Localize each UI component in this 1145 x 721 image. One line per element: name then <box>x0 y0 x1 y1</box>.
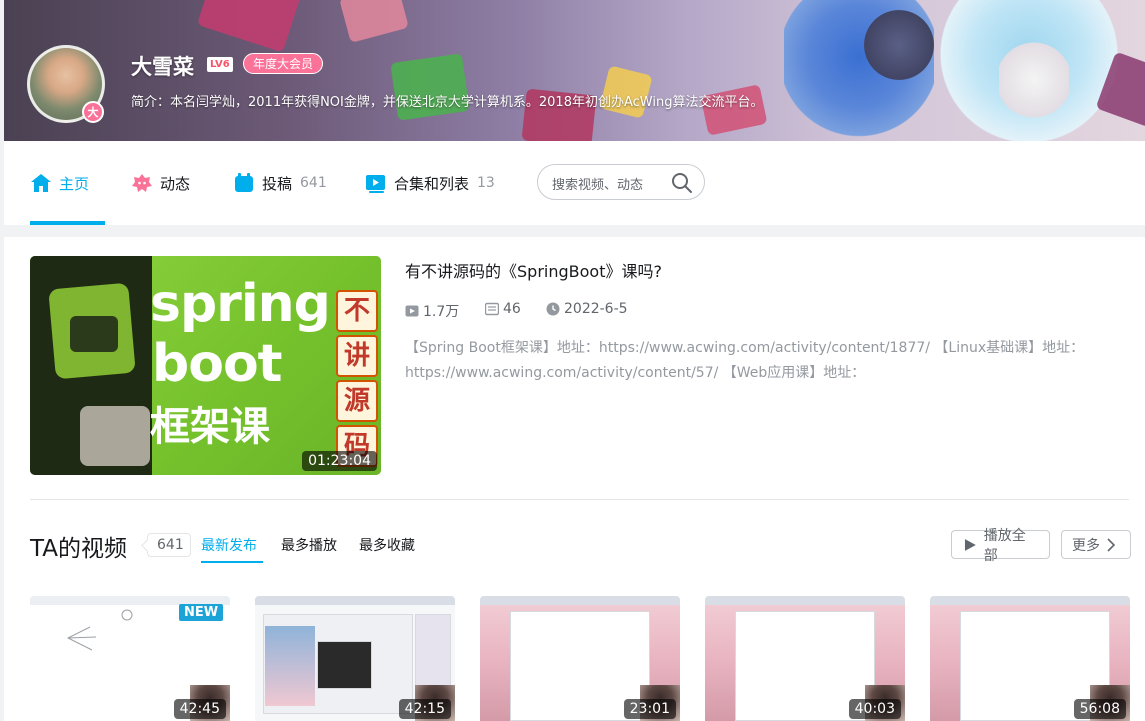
featured-plays-value: 1.7万 <box>423 304 460 320</box>
tab-latest[interactable]: 最新发布 <box>201 535 257 555</box>
home-icon <box>30 172 52 194</box>
video-card-thumbnail[interactable]: 56:08 <box>930 596 1130 721</box>
tab-collections-label: 合集和列表 <box>394 174 470 193</box>
new-badge: NEW <box>179 604 224 621</box>
videos-section-title: TA的视频 <box>30 536 127 562</box>
video-duration: 40:03 <box>848 699 901 719</box>
dynamic-icon <box>131 172 153 194</box>
username[interactable]: 大雪菜 <box>131 51 194 81</box>
profile-nav: 主页 动态 投稿 641 合集和列表 13 搜索视频、动态 <box>4 141 1145 225</box>
tab-collections-count: 13 <box>477 175 495 191</box>
search-input[interactable]: 搜索视频、动态 <box>537 164 705 200</box>
thumb-side-text: 不 讲 源 码 <box>336 290 378 467</box>
play-all-button[interactable]: 播放全部 <box>951 528 1050 564</box>
tab-uploads-label: 投稿 <box>262 174 293 193</box>
featured-video-thumbnail[interactable]: spring boot 框架课 不 讲 源 码 01:23:04 <box>30 256 381 475</box>
featured-date-value: 2022-6-5 <box>564 301 628 317</box>
profile-bio: 简介：本名闫学灿，2011年获得NOI金牌，并保送北京大学计算机系。2018年初… <box>131 95 764 110</box>
robot-illustration <box>30 256 152 475</box>
video-duration: 56:08 <box>1073 699 1126 719</box>
search-icon[interactable] <box>670 171 694 195</box>
tab-latest-underline <box>201 561 263 563</box>
level-badge: LV6 <box>207 57 233 72</box>
video-card-thumbnail[interactable]: 42:15 <box>255 596 455 721</box>
more-label: 更多 <box>1072 537 1100 554</box>
featured-date: 2022-6-5 <box>546 301 628 317</box>
video-duration: 23:01 <box>623 699 676 719</box>
more-button[interactable]: 更多 <box>1061 530 1131 559</box>
search-placeholder: 搜索视频、动态 <box>552 178 644 193</box>
tab-uploads-count: 641 <box>300 175 327 191</box>
tab-collections[interactable]: 合集和列表 13 <box>365 171 495 195</box>
tab-most-played[interactable]: 最多播放 <box>281 535 337 555</box>
play-count-icon <box>405 305 419 317</box>
tab-dynamic-label: 动态 <box>160 174 191 193</box>
tab-dynamic[interactable]: 动态 <box>131 171 190 195</box>
play-icon <box>964 538 976 551</box>
comment-icon <box>485 302 499 316</box>
collection-icon <box>365 172 387 194</box>
section-divider <box>30 499 1129 500</box>
play-all-label: 播放全部 <box>983 527 1026 564</box>
tab-uploads[interactable]: 投稿 641 <box>233 171 327 195</box>
thumb-text-spring: spring <box>150 274 331 334</box>
tab-home[interactable]: 主页 <box>30 171 89 195</box>
upload-icon <box>233 172 255 194</box>
featured-comments-value: 46 <box>503 301 521 317</box>
featured-description: 【Spring Boot框架课】地址：https://www.acwing.co… <box>405 340 1085 381</box>
thumb-side-char: 讲 <box>336 335 378 377</box>
video-card-thumbnail[interactable]: 23:01 <box>480 596 680 721</box>
active-tab-indicator <box>30 221 105 225</box>
thumb-text-course: 框架课 <box>150 404 270 450</box>
video-duration: 42:15 <box>398 699 451 719</box>
avatar-badge: 大 <box>82 101 104 123</box>
videos-count-badge: 641 <box>147 533 191 557</box>
featured-plays: 1.7万 <box>405 301 459 321</box>
chevron-right-icon <box>1107 537 1116 552</box>
vip-badge[interactable]: 年度大会员 <box>243 53 324 74</box>
video-duration: 42:45 <box>173 699 226 719</box>
main-content: spring boot 框架课 不 讲 源 码 01:23:04 有不讲源码的《… <box>4 237 1145 721</box>
tab-most-favorited[interactable]: 最多收藏 <box>359 535 415 555</box>
thumb-text-boot: boot <box>152 334 283 394</box>
featured-title[interactable]: 有不讲源码的《SpringBoot》课吗? <box>405 258 662 282</box>
thumb-side-char: 不 <box>336 290 378 332</box>
thumb-side-char: 源 <box>336 380 378 422</box>
clock-icon <box>546 302 560 316</box>
video-card-thumbnail[interactable]: 40:03 <box>705 596 905 721</box>
featured-comments: 46 <box>485 301 521 317</box>
tab-home-label: 主页 <box>59 174 90 193</box>
featured-duration: 01:23:04 <box>302 451 377 471</box>
